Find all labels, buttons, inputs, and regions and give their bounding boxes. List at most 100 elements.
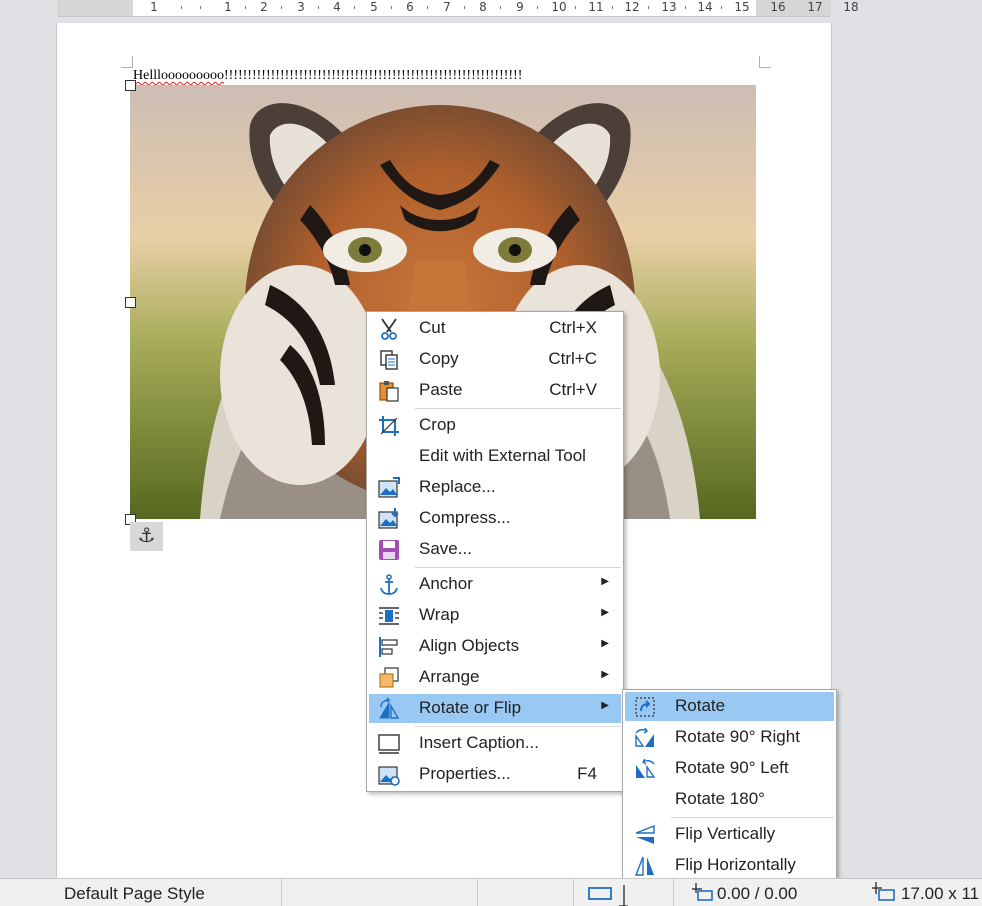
ruler-number: 9 <box>516 0 524 14</box>
menu-item-save[interactable]: Save... <box>369 535 621 564</box>
menu-item-label: Rotate <box>675 696 726 715</box>
size-readout: 17.00 x 11 <box>901 884 980 903</box>
ruler-tick <box>427 6 428 9</box>
page-style-label: Default Page Style <box>64 884 205 903</box>
paragraph-text: !!!!!!!!!!!!!!!!!!!!!!!!!!!!!!!!!!!!!!!!… <box>224 68 523 83</box>
menu-item-flip-horizontally[interactable]: Flip Horizontally <box>625 851 834 880</box>
menu-item-flip-vertically[interactable]: Flip Vertically <box>625 820 834 849</box>
rotate-left-icon <box>636 758 656 778</box>
image-properties-icon <box>378 766 400 786</box>
ruler-tick <box>318 6 319 9</box>
menu-item-label: Edit with External Tool <box>419 446 586 465</box>
submenu-arrow-icon: ▶ <box>601 607 609 618</box>
menu-item-align-objects[interactable]: Align Objects ▶ <box>369 632 621 661</box>
submenu-arrow-icon: ▶ <box>601 576 609 587</box>
resize-handle-top-left[interactable] <box>125 80 136 91</box>
menu-separator <box>415 408 621 409</box>
menu-item-label: Rotate 180° <box>675 789 765 808</box>
ruler-number: 18 <box>843 0 859 14</box>
rotate-flip-icon <box>379 697 400 719</box>
ruler-number: 4 <box>333 0 341 14</box>
save-icon <box>379 540 399 560</box>
anchor-icon <box>380 574 398 595</box>
submenu-arrow-icon: ▶ <box>601 669 609 680</box>
align-objects-icon <box>379 637 398 657</box>
horizontal-ruler[interactable]: 1 1 2 3 4 5 6 7 8 9 10 11 12 13 14 15 16… <box>58 0 859 17</box>
menu-item-label: Anchor <box>419 574 473 593</box>
menu-separator <box>415 726 621 727</box>
status-empty-cell <box>282 879 478 906</box>
menu-item-rotate-90-left[interactable]: Rotate 90° Left <box>625 754 834 783</box>
menu-item-rotate-or-flip[interactable]: Rotate or Flip ▶ <box>369 694 621 723</box>
document-paragraph[interactable]: Helllooooooooo!!!!!!!!!!!!!!!!!!!!!!!!!!… <box>133 68 522 84</box>
menu-item-paste[interactable]: Paste Ctrl+V <box>369 376 621 405</box>
ruler-tick <box>537 6 538 9</box>
menu-item-rotate-180[interactable]: Rotate 180° <box>625 785 834 814</box>
menu-item-arrange[interactable]: Arrange ▶ <box>369 663 621 692</box>
anchor-icon[interactable]: ⚓ <box>130 522 163 551</box>
ruler-number: 16 <box>770 0 786 14</box>
menu-item-rotate-90-right[interactable]: Rotate 90° Right <box>625 723 834 752</box>
resize-handle-middle-left[interactable] <box>125 297 136 308</box>
flip-horizontal-icon <box>634 856 654 876</box>
size-icon <box>872 882 895 901</box>
status-position: 0.00 / 0.00 <box>674 879 864 906</box>
menu-item-properties[interactable]: Properties... F4 <box>369 760 621 789</box>
status-selection-mode[interactable] <box>574 879 674 906</box>
menu-item-label: Copy <box>419 349 459 368</box>
ruler-tick <box>612 6 613 9</box>
copy-icon <box>380 350 398 370</box>
ruler-number: 10 <box>551 0 567 14</box>
status-page-style[interactable]: Default Page Style <box>52 879 282 906</box>
ruler-number: 2 <box>260 0 268 14</box>
misspelled-word[interactable]: Helllooooooooo <box>133 68 224 83</box>
ruler-number: 1 <box>150 0 158 14</box>
text-boundary-corner <box>121 56 133 68</box>
ruler-tick <box>648 6 649 9</box>
menu-item-label: Rotate 90° Left <box>675 758 789 777</box>
menu-item-label: Flip Vertically <box>675 824 776 843</box>
ruler-tick <box>500 6 501 9</box>
menu-item-replace[interactable]: Replace... <box>369 473 621 502</box>
menu-item-cut[interactable]: Cut Ctrl+X <box>369 314 621 343</box>
menu-item-edit-external-tool[interactable]: Edit with External Tool <box>369 442 621 471</box>
scissors-icon <box>381 318 397 340</box>
menu-item-copy[interactable]: Copy Ctrl+C <box>369 345 621 374</box>
ruler-tick <box>181 6 182 9</box>
menu-item-rotate[interactable]: Rotate <box>625 692 834 721</box>
menu-item-wrap[interactable]: Wrap ▶ <box>369 601 621 630</box>
menu-separator <box>671 817 834 818</box>
position-readout: 0.00 / 0.00 <box>717 884 798 903</box>
ruler-number: 15 <box>734 0 750 14</box>
menu-item-label: Properties... <box>419 764 511 783</box>
menu-item-label: Align Objects <box>419 636 520 655</box>
menu-item-anchor[interactable]: Anchor ▶ <box>369 570 621 599</box>
menu-item-crop[interactable]: Crop <box>369 411 621 440</box>
ruler-tick <box>200 6 201 9</box>
shortcut-label: Ctrl+C <box>548 349 597 368</box>
ruler-tick <box>245 6 246 9</box>
ruler-number: 13 <box>661 0 677 14</box>
ruler-tick <box>354 6 355 9</box>
rotate-flip-submenu: Rotate Rotate 90° Right Rotate 90° Left … <box>622 689 837 884</box>
submenu-arrow-icon: ▶ <box>601 638 609 649</box>
ruler-tick <box>575 6 576 9</box>
status-bar: Default Page Style 0.00 / 0.00 17.00 x 1… <box>0 878 982 906</box>
menu-item-insert-caption[interactable]: Insert Caption... <box>369 729 621 758</box>
menu-item-label: Save... <box>419 539 472 558</box>
ruler-number: 14 <box>697 0 713 14</box>
submenu-arrow-icon: ▶ <box>601 700 609 711</box>
ruler-number: 17 <box>807 0 823 14</box>
menu-item-label: Arrange <box>419 667 480 686</box>
ruler-number: 6 <box>406 0 414 14</box>
text-boundary-corner <box>759 56 771 68</box>
menu-item-label: Compress... <box>419 508 511 527</box>
ruler-number: 1 <box>224 0 232 14</box>
status-size: 17.00 x 11 <box>864 879 982 906</box>
ruler-tick <box>685 6 686 9</box>
ruler-tick <box>721 6 722 9</box>
ruler-number: 12 <box>624 0 640 14</box>
menu-item-label: Crop <box>419 415 456 434</box>
menu-item-compress[interactable]: Compress... <box>369 504 621 533</box>
menu-item-label: Rotate or Flip <box>419 698 522 717</box>
